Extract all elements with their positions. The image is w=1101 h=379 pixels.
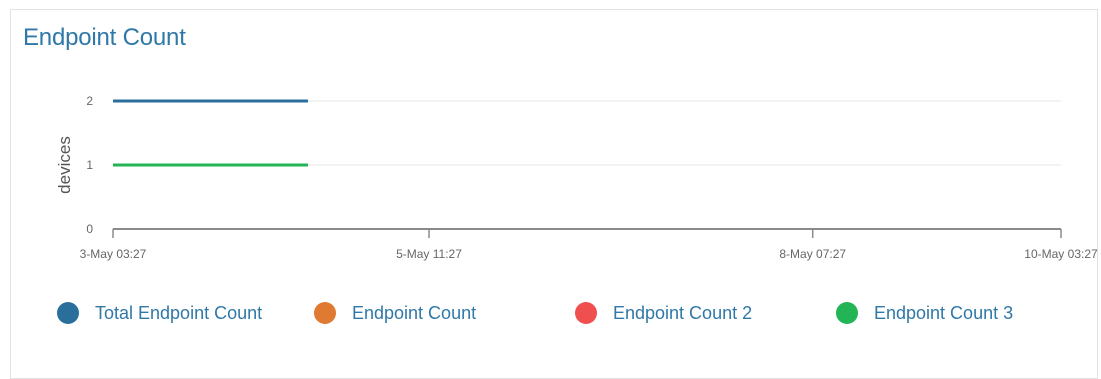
legend-item-endpoint-count-2[interactable]: Endpoint Count 2 [575, 298, 752, 328]
legend-label: Endpoint Count 3 [874, 302, 1014, 323]
x-tick-label: 5-May 11:27 [396, 247, 462, 261]
legend-label: Total Endpoint Count [95, 302, 263, 323]
legend-dot-icon [314, 302, 336, 324]
legend-dot-icon [575, 302, 597, 324]
legend-item-endpoint-count-3[interactable]: Endpoint Count 3 [836, 298, 1013, 328]
legend-item-endpoint-count[interactable]: Endpoint Count [314, 298, 476, 328]
line-chart: 0 1 2 devices 3-May 03:27 5-May 11:27 8-May 07… [55, 94, 1098, 261]
y-tick-label: 2 [86, 94, 93, 108]
chart-legend: Total Endpoint Count Endpoint Count Endp… [0, 298, 1101, 328]
x-tick-label: 3-May 03:27 [80, 247, 147, 261]
x-tick-label: 10-May 03:27 [1024, 247, 1098, 261]
legend-item-total-endpoint-count[interactable]: Total Endpoint Count [57, 298, 262, 328]
x-tick-label: 8-May 07:27 [779, 247, 846, 261]
legend-dot-icon [836, 302, 858, 324]
legend-label: Endpoint Count 2 [613, 302, 753, 323]
legend-label: Endpoint Count [352, 302, 477, 323]
y-axis-label: devices [55, 136, 74, 194]
y-tick-label: 1 [86, 158, 93, 172]
y-tick-label: 0 [86, 222, 93, 236]
legend-dot-icon [57, 302, 79, 324]
